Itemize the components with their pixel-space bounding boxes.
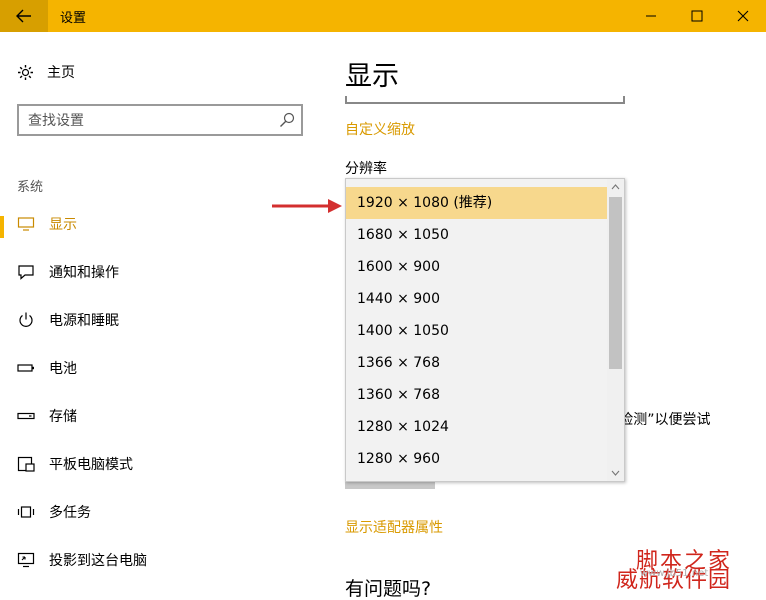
adapter-properties-link[interactable]: 显示适配器属性 [345, 517, 443, 537]
help-heading: 有问题吗? [345, 578, 432, 600]
power-icon [19, 312, 33, 327]
scroll-down-button[interactable] [607, 465, 624, 481]
minimize-button[interactable] [628, 0, 674, 32]
home-link[interactable]: 主页 [17, 62, 75, 82]
scrollbar[interactable] [607, 179, 624, 481]
sidebar-item-label: 投影到这台电脑 [49, 553, 147, 569]
resolution-label: 分辨率 [345, 161, 387, 177]
sidebar-item-label: 电池 [49, 361, 77, 377]
sidebar-item-power[interactable]: 电源和睡眠 [0, 300, 330, 340]
sidebar-item-multitasking[interactable]: 多任务 [0, 492, 330, 532]
back-arrow-icon [16, 9, 31, 23]
notification-icon [18, 265, 34, 280]
resolution-option-selected[interactable]: 1920 × 1080 (推荐) [346, 187, 608, 219]
resolution-option[interactable]: 1360 × 768 [346, 379, 608, 411]
search-placeholder: 查找设置 [28, 113, 84, 129]
sidebar-item-label: 电源和睡眠 [49, 313, 119, 329]
sidebar-item-label: 存储 [49, 409, 77, 425]
multitask-icon [17, 506, 35, 518]
scale-slider-bottom [345, 96, 625, 104]
sidebar-item-project-to-pc[interactable]: 投影到这台电脑 [0, 540, 330, 580]
sidebar-item-tablet-mode[interactable]: 平板电脑模式 [0, 444, 330, 484]
resolution-option[interactable]: 1366 × 768 [346, 347, 608, 379]
resolution-option[interactable]: 1280 × 1024 [346, 411, 608, 443]
search-input[interactable]: 查找设置 [17, 104, 303, 136]
sidebar-item-label: 通知和操作 [49, 265, 119, 281]
sidebar-item-label: 平板电脑模式 [49, 457, 133, 473]
resolution-dropdown-list[interactable]: 1920 × 1080 (推荐) 1680 × 1050 1600 × 900 … [345, 178, 625, 482]
maximize-icon [691, 10, 703, 22]
window-title: 设置 [60, 10, 87, 26]
sidebar-item-label: 多任务 [49, 505, 91, 521]
search-icon[interactable] [279, 112, 295, 128]
sidebar-item-notifications[interactable]: 通知和操作 [0, 252, 330, 292]
section-label: 系统 [17, 180, 44, 195]
resolution-option[interactable]: 1400 × 1050 [346, 315, 608, 347]
home-label: 主页 [47, 65, 75, 81]
annotation-arrow-icon [272, 199, 342, 213]
detect-hint-text: “检测”以便尝试 [612, 412, 711, 428]
watermark-url: www.jb51.net [640, 568, 709, 579]
tablet-icon [17, 456, 35, 472]
storage-icon [17, 412, 35, 420]
resolution-option[interactable]: 1680 × 1050 [346, 219, 608, 251]
scrollbar-thumb[interactable] [609, 197, 622, 369]
chevron-down-icon [611, 470, 620, 476]
battery-icon [17, 364, 34, 372]
resolution-option[interactable]: 1280 × 960 [346, 443, 608, 475]
back-button[interactable] [0, 0, 48, 32]
monitor-icon [17, 217, 35, 231]
title-bar: 设置 [0, 0, 766, 32]
page-title: 显示 [345, 61, 399, 92]
minimize-icon [646, 15, 656, 17]
sidebar-item-storage[interactable]: 存储 [0, 396, 330, 436]
resolution-option[interactable]: 1600 × 900 [346, 251, 608, 283]
custom-scaling-link[interactable]: 自定义缩放 [345, 119, 415, 139]
close-button[interactable] [720, 0, 766, 32]
gear-icon [18, 64, 33, 80]
active-indicator [0, 216, 4, 238]
close-icon [737, 10, 749, 22]
sidebar-item-label: 显示 [49, 217, 77, 233]
sidebar-item-battery[interactable]: 电池 [0, 348, 330, 388]
project-icon [17, 552, 35, 568]
scroll-up-button[interactable] [607, 179, 624, 195]
chevron-up-icon [611, 184, 620, 190]
maximize-button[interactable] [674, 0, 720, 32]
resolution-option[interactable]: 1440 × 900 [346, 283, 608, 315]
